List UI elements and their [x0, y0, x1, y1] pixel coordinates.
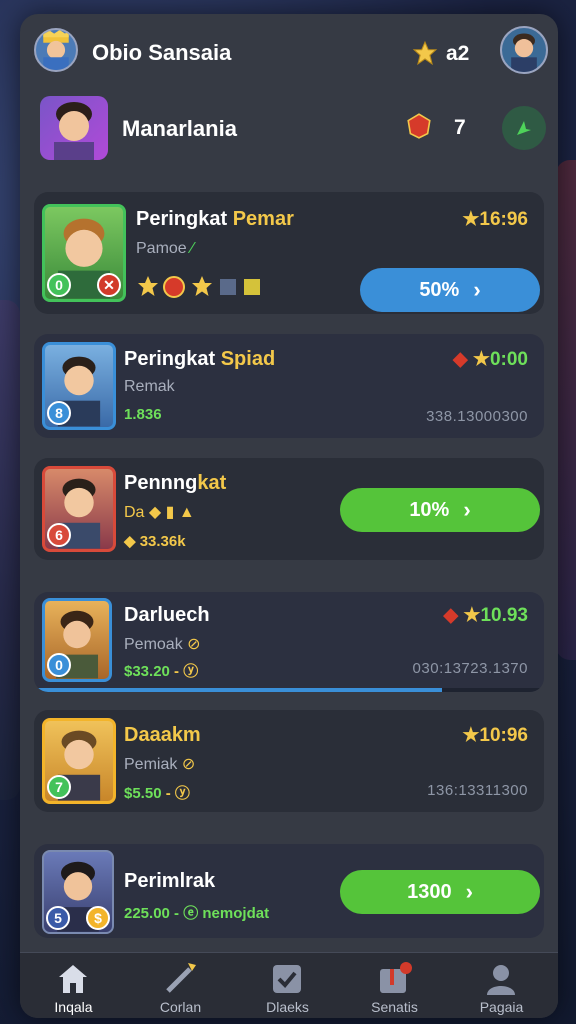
card-code: 030:13723.1370	[412, 660, 528, 677]
card-score: ◆ ★0:00	[453, 349, 528, 370]
progress-button[interactable]: 10% ›	[340, 488, 540, 532]
card-subtitle: Pemiak ⊘	[124, 756, 196, 773]
card-meta: 1.836	[124, 406, 162, 423]
card-portrait: 0	[42, 598, 112, 682]
tab-label: Senatis	[371, 999, 418, 1015]
card-portrait: 6	[42, 466, 116, 552]
medal-badge: $	[86, 906, 110, 930]
gem-icon	[407, 113, 431, 139]
tab-stats[interactable]: Senatis	[341, 953, 448, 1018]
boost-button[interactable]	[502, 106, 546, 150]
background-art-left	[0, 300, 20, 800]
tab-home[interactable]: Inqala	[20, 953, 127, 1018]
leaderboard-card[interactable]: 0 ✕ Peringkat Pemar Pamoe ⁄ ★16:96 50% ›	[34, 192, 544, 314]
user-score: a2	[446, 42, 470, 65]
card-title: Darluech	[124, 604, 210, 626]
tab-profile[interactable]: Pagaia	[448, 953, 555, 1018]
profile-icon	[487, 965, 515, 995]
second-avatar[interactable]	[40, 96, 108, 160]
card-portrait: 7	[42, 718, 116, 804]
progress-fill	[34, 688, 442, 692]
user-name: Obio Sansaia	[92, 40, 232, 65]
tab-label: Dlaeks	[266, 999, 309, 1015]
reward-icons	[136, 274, 286, 300]
card-portrait: 8	[42, 342, 116, 430]
book-icon	[380, 962, 412, 993]
progress-track	[34, 688, 544, 692]
leaderboard-card[interactable]: 7 Daaakm Pemiak ⊘ $5.50 - ⓨ ★10:96 136:1…	[34, 710, 544, 812]
header-second-row: Manarlania 7	[20, 94, 558, 164]
user-avatar[interactable]	[34, 28, 78, 72]
card-meta: ◆ 33.36k	[124, 533, 186, 550]
profile-avatar[interactable]	[500, 26, 548, 74]
rank-badge: 7	[47, 775, 71, 799]
rank-badge: 8	[47, 401, 71, 425]
arrow-icon	[517, 121, 531, 135]
medal-badge: ✕	[97, 273, 121, 297]
chevron-right-icon: ›	[465, 879, 473, 904]
sword-icon	[166, 963, 196, 993]
chevron-right-icon: ›	[463, 497, 471, 522]
card-subtitle: Pemoak ⊘	[124, 636, 201, 653]
card-code: 338.13000300	[426, 408, 528, 425]
card-meta: 225.00 - ⓔ nemojdat	[124, 905, 270, 922]
tab-label: Pagaia	[479, 999, 524, 1015]
star-icon	[412, 40, 438, 66]
card-portrait: 0 ✕	[42, 204, 126, 302]
checkbox-icon	[273, 965, 301, 993]
leaderboard-card[interactable]: 0 Darluech Pemoak ⊘ $33.20 - ⓨ ◆ ★10.93 …	[34, 592, 544, 692]
avatar-face-icon	[511, 33, 537, 72]
rank-badge: 5	[46, 906, 70, 930]
card-title: Peringkat Spiad	[124, 348, 276, 370]
card-code: 136:13311300	[427, 782, 528, 799]
card-title: Daaakm	[124, 724, 201, 746]
leaderboard-card[interactable]: 8 Peringkat Spiad Remak 1.836 ◆ ★0:00 33…	[34, 334, 544, 438]
tab-checks[interactable]: Dlaeks	[234, 953, 341, 1018]
background-art-right	[556, 160, 576, 660]
bottom-tab-bar: Inqala Corlan Dlaeks Senatis Pagaia	[20, 952, 558, 1018]
card-score: ★10:96	[462, 725, 528, 746]
second-score: 7	[454, 116, 466, 139]
card-meta: $33.20 - ⓨ	[124, 663, 199, 680]
rank-badge: 0	[47, 653, 71, 677]
progress-button[interactable]: 50% ›	[360, 268, 540, 312]
card-subtitle: Da ◆ ▮ ▲	[124, 504, 195, 521]
card-title: Perimlrak	[124, 870, 216, 892]
tab-battle[interactable]: Corlan	[127, 953, 234, 1018]
tab-label: Corlan	[159, 999, 202, 1015]
card-title: Pennngkat	[124, 472, 227, 494]
second-name: Manarlania	[122, 116, 237, 141]
card-portrait: 5 $	[42, 850, 114, 934]
progress-button[interactable]: 1300 ›	[340, 870, 540, 914]
card-score: ★16:96	[462, 209, 528, 230]
avatar-face-icon	[54, 102, 94, 160]
rank-badge: 0	[47, 273, 71, 297]
card-subtitle: Pamoe ⁄	[136, 240, 194, 257]
leaderboard-card[interactable]: 6 Pennngkat Da ◆ ▮ ▲ ◆ 33.36k 10% ›	[34, 458, 544, 560]
card-subtitle: Remak	[124, 378, 175, 395]
card-title: Peringkat Pemar	[136, 208, 294, 230]
card-score: ◆ ★10.93	[443, 605, 529, 626]
tab-label: Inqala	[54, 999, 93, 1015]
card-meta: $5.50 - ⓨ	[124, 785, 190, 802]
leaderboard-panel: Obio Sansaia a2 Manarlania 7 0 ✕ Peringk…	[20, 14, 558, 1018]
rank-badge: 6	[47, 523, 71, 547]
leaderboard-card[interactable]: 5 $ Perimlrak 225.00 - ⓔ nemojdat 1300 ›	[34, 844, 544, 938]
chevron-right-icon: ›	[473, 277, 481, 302]
header-user-row: Obio Sansaia a2	[20, 22, 558, 82]
avatar-face-icon	[43, 30, 69, 70]
home-icon	[59, 965, 87, 993]
